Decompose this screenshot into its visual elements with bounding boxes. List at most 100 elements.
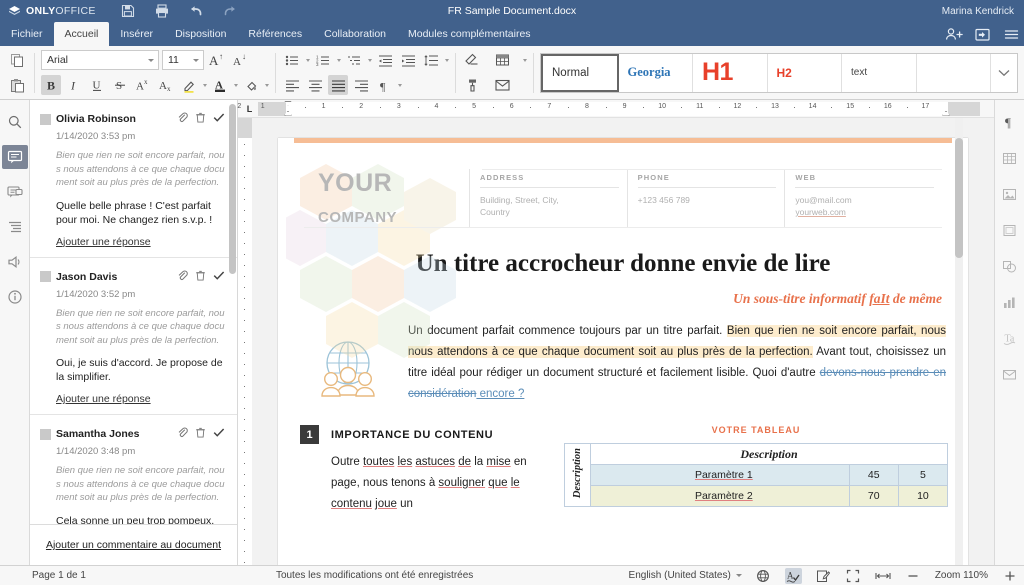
align-left-button[interactable] — [282, 75, 302, 95]
document-canvas[interactable]: YOUR COMPANY ADDRESS Building, Street, C… — [252, 118, 994, 565]
tab-fichier[interactable]: Fichier — [0, 22, 54, 46]
sidebar-item-search[interactable] — [2, 110, 28, 134]
sidebar-item-headings[interactable] — [2, 215, 28, 239]
delete-icon[interactable] — [195, 425, 206, 443]
page-indicator[interactable]: Page 1 de 1 — [32, 570, 86, 581]
style-georgia[interactable]: Georgia — [619, 54, 694, 92]
tab-collaboration[interactable]: Collaboration — [313, 22, 397, 46]
decrease-font-size-button[interactable]: A↓ — [230, 50, 250, 70]
add-comment-link[interactable]: Ajouter un commentaire au document — [46, 539, 221, 551]
paste-icon[interactable] — [7, 75, 27, 95]
tab-stop-selector[interactable]: L — [241, 101, 258, 116]
mail-merge-button[interactable] — [492, 75, 512, 95]
tab-modules-complementaires[interactable]: Modules complémentaires — [397, 22, 542, 46]
track-changes-icon[interactable] — [815, 568, 832, 584]
style-h2[interactable]: H2 — [768, 54, 843, 92]
hamburger-menu-icon[interactable] — [1003, 26, 1020, 43]
panel-table-settings[interactable] — [997, 146, 1023, 170]
zoom-out-icon[interactable] — [905, 568, 922, 584]
sidebar-item-about[interactable] — [2, 285, 28, 309]
chevron-down-icon[interactable] — [445, 59, 449, 62]
bold-button[interactable]: B — [41, 75, 61, 95]
vertical-scrollbar-thumb[interactable] — [955, 138, 963, 258]
resolve-check-icon[interactable] — [213, 110, 225, 128]
web-link[interactable]: yourweb.com — [795, 206, 942, 218]
save-icon[interactable] — [120, 3, 136, 19]
align-justify-button[interactable] — [328, 75, 348, 95]
numbered-list-button[interactable]: 123 — [313, 50, 333, 70]
redo-icon[interactable] — [222, 3, 238, 19]
style-normal[interactable]: Normal — [541, 54, 619, 92]
format-painter-button[interactable] — [462, 75, 482, 95]
show-marks-button[interactable]: ¶ — [374, 75, 394, 95]
chevron-down-icon[interactable] — [368, 59, 372, 62]
comment-item[interactable]: Olivia Robinson 1/14/2020 3:53 pm Bien q… — [30, 100, 237, 258]
tab-references[interactable]: Références — [237, 22, 313, 46]
font-size-select[interactable]: 11 — [162, 50, 204, 70]
subscript-button[interactable]: Ax — [156, 75, 176, 95]
panel-textbox-settings[interactable] — [997, 218, 1023, 242]
font-family-select[interactable]: Arial — [41, 50, 159, 70]
document-page[interactable]: YOUR COMPANY ADDRESS Building, Street, C… — [278, 138, 968, 565]
chevron-down-icon[interactable] — [265, 84, 269, 87]
align-right-button[interactable] — [351, 75, 371, 95]
zoom-in-icon[interactable] — [1001, 568, 1018, 584]
print-icon[interactable] — [154, 3, 170, 19]
strikethrough-button[interactable]: S — [110, 75, 130, 95]
superscript-button[interactable]: Ax — [133, 75, 153, 95]
set-language-icon[interactable] — [755, 568, 772, 584]
chevron-down-icon[interactable] — [306, 59, 310, 62]
highlight-color-button[interactable] — [179, 75, 199, 95]
increase-font-size-button[interactable]: A↑ — [207, 50, 227, 70]
delete-icon[interactable] — [195, 268, 206, 286]
add-reply-link[interactable]: Ajouter une réponse — [56, 393, 151, 405]
italic-button[interactable]: I — [64, 75, 84, 95]
comments-scrollbar[interactable] — [229, 104, 236, 274]
tab-disposition[interactable]: Disposition — [164, 22, 237, 46]
chevron-down-icon[interactable] — [203, 84, 207, 87]
vertical-ruler[interactable] — [238, 118, 252, 565]
undo-icon[interactable] — [188, 3, 204, 19]
open-location-icon[interactable] — [974, 26, 991, 43]
add-reply-link[interactable]: Ajouter une réponse — [56, 236, 151, 248]
tab-inserer[interactable]: Insérer — [109, 22, 164, 46]
tab-accueil[interactable]: Accueil — [54, 22, 110, 46]
copy-icon[interactable] — [7, 50, 27, 70]
document-header-block[interactable]: YOUR COMPANY ADDRESS Building, Street, C… — [304, 169, 942, 228]
panel-textart-settings[interactable]: Ta — [997, 326, 1023, 350]
style-blank[interactable] — [917, 54, 992, 92]
comment-item[interactable]: Samantha Jones 1/14/2020 3:48 pm Bien qu… — [30, 415, 237, 524]
horizontal-ruler[interactable]: 211234567891011121314151617 — [258, 102, 980, 116]
spellcheck-icon[interactable]: A — [785, 568, 802, 584]
chevron-down-icon[interactable] — [337, 59, 341, 62]
sidebar-item-feedback[interactable] — [2, 250, 28, 274]
chevron-down-icon[interactable] — [234, 84, 238, 87]
chevron-down-icon[interactable] — [523, 59, 527, 62]
panel-paragraph-settings[interactable]: ¶ — [997, 110, 1023, 134]
multilevel-list-button[interactable] — [344, 50, 364, 70]
decrease-indent-button[interactable] — [375, 50, 395, 70]
underline-button[interactable]: U — [87, 75, 107, 95]
attach-icon[interactable] — [177, 268, 188, 286]
background-color-button[interactable] — [241, 75, 261, 95]
style-gallery-expand-button[interactable] — [991, 54, 1017, 92]
font-color-button[interactable]: A — [210, 75, 230, 95]
delete-icon[interactable] — [195, 110, 206, 128]
resolve-check-icon[interactable] — [213, 425, 225, 443]
panel-image-settings[interactable] — [997, 182, 1023, 206]
style-text[interactable]: text — [842, 54, 917, 92]
data-table[interactable]: Description Description Paramètre 1 45 5 — [564, 443, 948, 507]
line-spacing-button[interactable] — [421, 50, 441, 70]
section-paragraph[interactable]: Outre toutes les astuces de la mise en p… — [331, 452, 550, 515]
panel-chart-settings[interactable] — [997, 290, 1023, 314]
bullet-list-button[interactable] — [282, 50, 302, 70]
share-user-icon[interactable] — [945, 26, 962, 43]
clear-formatting-button[interactable] — [462, 50, 482, 70]
chevron-down-icon[interactable] — [398, 84, 402, 87]
resolve-check-icon[interactable] — [213, 268, 225, 286]
insert-table-button[interactable] — [492, 50, 512, 70]
increase-indent-button[interactable] — [398, 50, 418, 70]
fit-width-icon[interactable] — [875, 568, 892, 584]
attach-icon[interactable] — [177, 425, 188, 443]
zoom-level[interactable]: Zoom 110% — [935, 570, 988, 581]
